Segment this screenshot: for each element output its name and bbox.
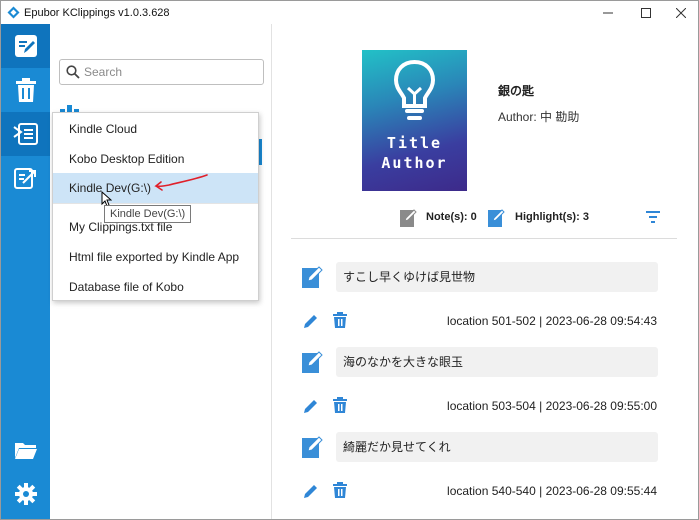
maximize-button[interactable] xyxy=(628,1,664,24)
import-icon xyxy=(12,123,38,145)
lightbulb-icon xyxy=(393,59,436,120)
title-bar: Epubor KClippings v1.0.3.628 xyxy=(1,1,698,24)
maximize-icon xyxy=(641,7,651,18)
highlight-icon xyxy=(488,209,505,227)
close-icon xyxy=(676,7,686,18)
highlight-icon xyxy=(302,351,323,373)
highlight-icon xyxy=(302,436,323,458)
stats-bar: Note(s): 0 Highlight(s): 3 xyxy=(273,206,698,230)
edit-icon[interactable] xyxy=(303,398,319,414)
app-window: Epubor KClippings v1.0.3.628 Search Titl… xyxy=(0,0,699,520)
trash-icon xyxy=(15,78,36,102)
nav-rail xyxy=(1,24,50,519)
rail-notes-button[interactable] xyxy=(1,24,50,68)
gear-icon xyxy=(14,483,37,505)
delete-icon[interactable] xyxy=(333,482,347,498)
menu-item-kindle-cloud[interactable]: Kindle Cloud xyxy=(53,114,258,144)
close-button[interactable] xyxy=(663,1,698,24)
export-icon xyxy=(13,168,36,189)
tooltip: Kindle Dev(G:\) xyxy=(104,205,192,223)
filter-icon[interactable] xyxy=(645,210,661,224)
rail-import-button[interactable] xyxy=(1,112,50,156)
red-annotation-arrow xyxy=(154,174,208,191)
highlight-text[interactable]: すこし早くゆけば見世物 xyxy=(336,262,658,292)
note-icon xyxy=(400,209,417,227)
delete-icon[interactable] xyxy=(333,397,347,413)
cover-title: Title xyxy=(386,134,443,152)
rail-trash-button[interactable] xyxy=(1,68,50,112)
folder-icon xyxy=(14,443,37,459)
rail-open-folder-button[interactable] xyxy=(1,428,50,472)
edit-icon[interactable] xyxy=(303,483,319,499)
book-author: Author: 中 勘助 xyxy=(498,110,580,124)
highlight-meta: location 540-540 | 2023-06-28 09:55:44 xyxy=(447,484,657,498)
notes-count: Note(s): 0 xyxy=(426,211,477,223)
divider xyxy=(291,238,677,239)
delete-icon[interactable] xyxy=(333,312,347,328)
highlight-text[interactable]: 綺麗だか見せてくれ xyxy=(336,432,658,462)
app-logo-icon xyxy=(7,6,20,19)
cover-author: Author xyxy=(381,154,448,172)
rail-export-button[interactable] xyxy=(1,156,50,200)
menu-item-kobo-database[interactable]: Database file of Kobo xyxy=(53,272,258,302)
minimize-button[interactable] xyxy=(590,1,626,24)
search-icon xyxy=(66,65,80,79)
edit-icon[interactable] xyxy=(303,313,319,329)
menu-separator xyxy=(53,203,258,204)
book-cover: Title Author xyxy=(362,50,467,191)
highlight-meta: location 501-502 | 2023-06-28 09:54:43 xyxy=(447,314,657,328)
menu-item-kindle-app-html[interactable]: Html file exported by Kindle App xyxy=(53,242,258,272)
search-box[interactable] xyxy=(59,59,264,85)
highlights-count: Highlight(s): 3 xyxy=(515,211,589,223)
book-detail-panel: Title Author 銀の匙 Author: 中 勘助 Note(s): 0… xyxy=(273,24,698,519)
highlight-meta: location 503-504 | 2023-06-28 09:55:00 xyxy=(447,399,657,413)
search-input[interactable] xyxy=(84,63,254,81)
menu-item-kobo-desktop[interactable]: Kobo Desktop Edition xyxy=(53,144,258,174)
highlight-icon xyxy=(302,266,323,288)
highlight-text[interactable]: 海のなかを大きな眼玉 xyxy=(336,347,658,377)
edit-notes-icon xyxy=(14,35,37,57)
book-title: 銀の匙 xyxy=(498,84,535,98)
minimize-icon xyxy=(603,12,613,13)
window-title: Epubor KClippings v1.0.3.628 xyxy=(24,7,170,19)
rail-settings-button[interactable] xyxy=(1,472,50,516)
